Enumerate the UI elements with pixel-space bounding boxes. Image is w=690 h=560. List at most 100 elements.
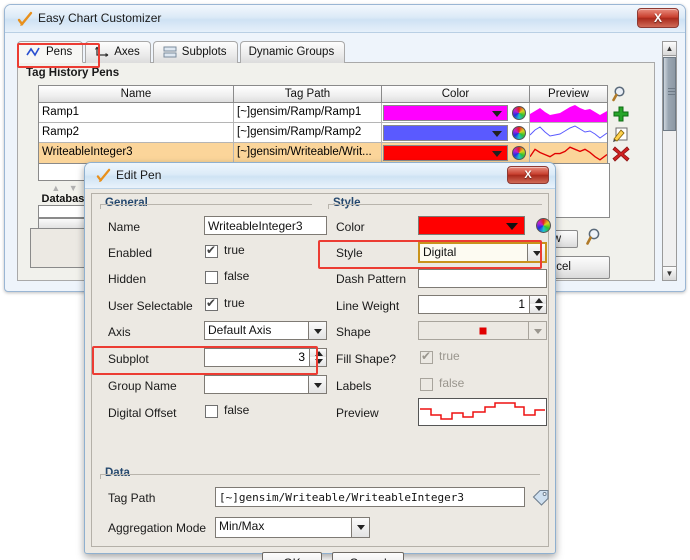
tab-pens-label: Pens (46, 45, 73, 58)
column-header-preview[interactable]: Preview (530, 86, 607, 103)
dash-pattern-label: Dash Pattern (336, 272, 407, 286)
chevron-down-icon[interactable] (308, 376, 326, 393)
aggregation-mode-combobox[interactable]: Min/Max (215, 517, 370, 538)
enabled-checkbox[interactable] (205, 243, 218, 258)
tag-history-pens-title: Tag History Pens (26, 67, 120, 79)
chevron-down-icon[interactable] (528, 322, 546, 339)
cell-color[interactable] (382, 143, 530, 163)
tab-subplots[interactable]: Subplots (152, 41, 238, 63)
add-icon[interactable] (612, 105, 640, 125)
digital-offset-value: false (224, 403, 250, 417)
ok-button-label: OK (283, 556, 300, 560)
delete-icon[interactable] (612, 145, 640, 165)
search-icon[interactable] (586, 227, 604, 247)
shape-combobox[interactable] (418, 321, 547, 340)
scrollbar-grip (668, 88, 675, 97)
hidden-value: false (224, 269, 250, 283)
tab-pens[interactable]: Pens (17, 41, 84, 63)
line-weight-value: 1 (518, 297, 525, 311)
subplot-stepper[interactable]: 3 (204, 348, 327, 367)
cell-color[interactable] (382, 103, 530, 122)
tag-path-input[interactable] (215, 487, 525, 507)
data-group-rule (100, 474, 540, 475)
color-wheel-icon[interactable] (512, 125, 526, 140)
dash-pattern-input[interactable] (418, 269, 547, 288)
column-header-color[interactable]: Color (382, 86, 530, 103)
user-selectable-label: User Selectable (108, 299, 193, 313)
ok-button[interactable]: OK (262, 552, 322, 560)
labels-label: Labels (336, 379, 372, 393)
scroll-up-button[interactable]: ▲ (663, 42, 676, 56)
dialog-close-button[interactable]: X (507, 166, 549, 184)
tag-browse-icon[interactable] (532, 488, 550, 506)
cell-name: Ramp2 (39, 123, 234, 142)
dialog-titlebar[interactable]: Edit Pen X (85, 163, 555, 189)
scroll-down-button[interactable]: ▼ (663, 266, 676, 280)
table-row[interactable]: Ramp1 [~]gensim/Ramp/Ramp1 (39, 103, 607, 123)
group-name-label: Group Name (108, 379, 177, 393)
tag-history-pens-table: Name Tag Path Color Preview Ramp1 [~]gen… (38, 85, 608, 164)
axis-combobox[interactable]: Default Axis (204, 321, 327, 340)
group-name-combobox[interactable] (204, 375, 327, 394)
color-swatch-dropdown[interactable] (383, 104, 508, 121)
style-group-tick (328, 204, 329, 209)
wave-line-icon (26, 46, 42, 59)
color-swatch-dropdown[interactable] (383, 124, 508, 141)
pen-check-icon (96, 168, 111, 183)
column-header-name[interactable]: Name (39, 86, 234, 103)
main-window-titlebar[interactable]: Easy Chart Customizer X (5, 5, 685, 33)
lower-left-area (30, 228, 92, 268)
cell-color[interactable] (382, 123, 530, 142)
style-value: Digital (423, 245, 457, 259)
axes-icon (94, 46, 110, 59)
table-action-buttons (612, 85, 640, 165)
chevron-down-icon (492, 130, 502, 137)
style-combobox[interactable]: Digital (418, 242, 547, 263)
color-swatch-dropdown[interactable] (418, 216, 525, 235)
dialog-title: Edit Pen (116, 168, 162, 182)
preview-sparkline-area (530, 105, 607, 122)
tab-subplots-label: Subplots (181, 46, 227, 58)
chevron-down-icon[interactable] (527, 244, 545, 261)
cancel-button[interactable]: Cancel (332, 552, 404, 560)
preview-sparkline-line (530, 125, 607, 139)
table-row[interactable]: Ramp2 [~]gensim/Ramp/Ramp2 (39, 123, 607, 143)
chevron-down-icon[interactable] (308, 322, 326, 339)
preview-sparkline-line (530, 146, 607, 161)
preview-label: Preview (336, 406, 379, 420)
table-row[interactable]: WriteableInteger3 [~]gensim/Writeable/Wr… (39, 143, 607, 163)
stepper-down-icon[interactable] (309, 357, 326, 366)
axis-value: Default Axis (208, 323, 272, 337)
search-icon[interactable] (612, 85, 640, 105)
scrollbar-thumb[interactable] (663, 57, 676, 131)
main-window-close-button[interactable]: X (637, 8, 679, 28)
edit-pen-dialog: Edit Pen X General Name Enabled true Hid… (84, 162, 556, 560)
cell-preview (530, 143, 607, 163)
hidden-checkbox[interactable] (205, 271, 218, 284)
line-weight-label: Line Weight (336, 299, 400, 313)
aggregation-mode-value: Min/Max (219, 519, 265, 533)
cell-name: WriteableInteger3 (39, 143, 234, 163)
line-weight-stepper[interactable]: 1 (418, 295, 547, 314)
main-vertical-scrollbar[interactable]: ▲ ▼ (662, 41, 677, 281)
fill-shape-label: Fill Shape? (336, 352, 397, 366)
data-group-tick (100, 474, 101, 479)
color-swatch-dropdown[interactable] (383, 145, 508, 161)
column-header-tag-path[interactable]: Tag Path (234, 86, 382, 103)
cancel-button-label: Cancel (349, 556, 386, 560)
digital-offset-checkbox[interactable] (205, 405, 218, 418)
tab-dynamic-groups[interactable]: Dynamic Groups (239, 41, 346, 63)
user-selectable-checkbox[interactable] (205, 296, 218, 311)
chevron-down-icon[interactable] (351, 518, 369, 537)
tab-axes[interactable]: Axes (85, 41, 151, 63)
color-wheel-icon[interactable] (536, 218, 551, 233)
name-input[interactable] (204, 216, 327, 235)
color-wheel-icon[interactable] (512, 105, 526, 120)
color-wheel-icon[interactable] (512, 146, 526, 160)
labels-checkbox (420, 378, 433, 391)
stepper-down-icon[interactable] (529, 304, 546, 313)
chevron-down-icon (506, 223, 518, 230)
edit-icon[interactable] (612, 125, 640, 145)
style-group-title: Style (330, 197, 364, 209)
table-header-row: Name Tag Path Color Preview (39, 86, 607, 103)
